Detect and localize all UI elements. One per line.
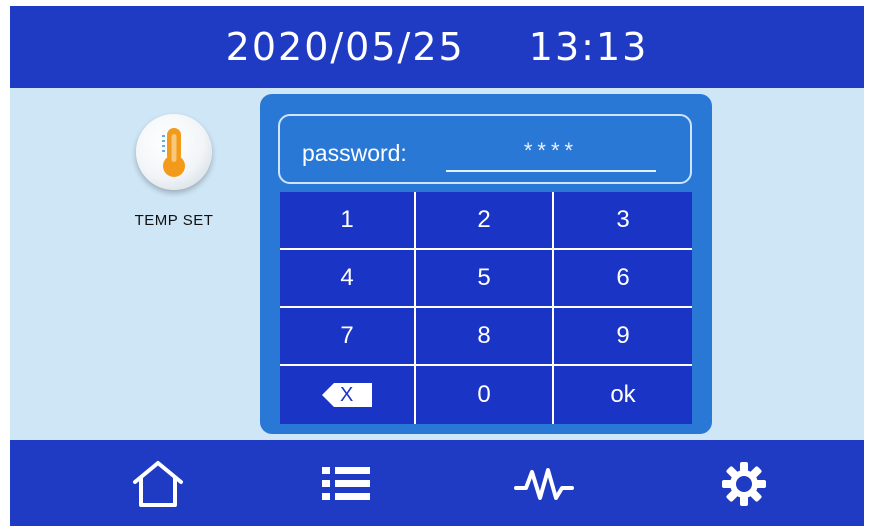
home-button[interactable] [128, 454, 188, 514]
numeric-keypad: 1 2 3 4 5 6 7 8 9 X 0 ok [280, 192, 692, 424]
list-icon [322, 467, 370, 500]
key-1[interactable]: 1 [280, 192, 416, 250]
date-text: 2020/05/25 [225, 25, 465, 69]
key-6[interactable]: 6 [554, 250, 692, 308]
bottom-nav-bar [10, 440, 864, 526]
key-0[interactable]: 0 [416, 366, 554, 424]
waveform-icon [514, 468, 574, 500]
temp-set-tile[interactable]: TEMP SET [104, 114, 244, 229]
backspace-key[interactable]: X [280, 366, 416, 424]
key-3[interactable]: 3 [554, 192, 692, 250]
datetime-display: 2020/05/25 13:13 [212, 25, 663, 69]
temp-set-label: TEMP SET [134, 212, 214, 229]
key-9[interactable]: 9 [554, 308, 692, 366]
backspace-label: X [340, 384, 354, 406]
trend-button[interactable] [514, 454, 574, 514]
ok-key[interactable]: ok [554, 366, 692, 424]
gear-icon [722, 462, 766, 506]
header-bar: 2020/05/25 13:13 [10, 6, 864, 88]
key-8[interactable]: 8 [416, 308, 554, 366]
thermometer-icon [136, 114, 212, 190]
settings-button[interactable] [714, 454, 774, 514]
password-label: password: [302, 140, 407, 166]
key-2[interactable]: 2 [416, 192, 554, 250]
device-screen: 2020/05/25 13:13 TEMP SET password: ****… [10, 6, 864, 526]
password-value: **** [523, 138, 579, 163]
key-4[interactable]: 4 [280, 250, 416, 308]
home-icon [133, 461, 183, 507]
key-5[interactable]: 5 [416, 250, 554, 308]
password-field[interactable]: password: **** [278, 114, 692, 184]
list-button[interactable] [316, 454, 376, 514]
key-7[interactable]: 7 [280, 308, 416, 366]
password-underline [446, 170, 656, 172]
time-text: 13:13 [528, 25, 649, 69]
password-dialog: password: **** 1 2 3 4 5 6 7 8 9 X 0 ok [260, 94, 712, 434]
backspace-icon: X [322, 383, 372, 407]
